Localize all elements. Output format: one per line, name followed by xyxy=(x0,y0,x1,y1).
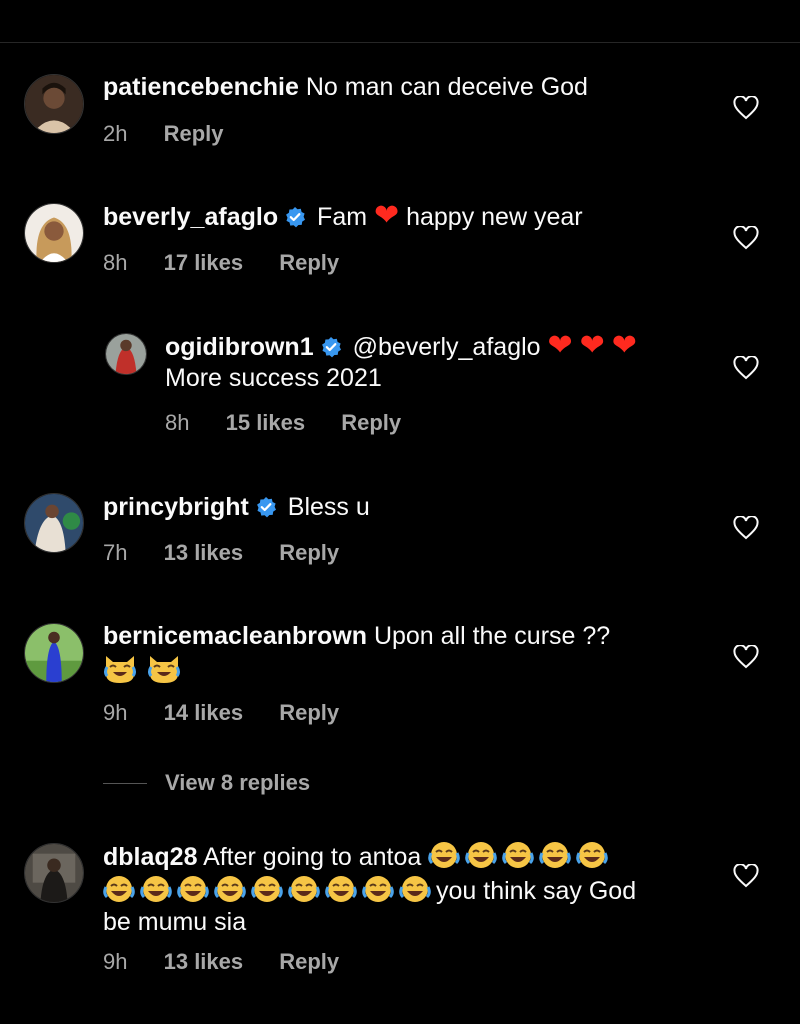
comment-username[interactable]: ogidibrown1 xyxy=(165,333,314,361)
avatar[interactable] xyxy=(24,623,84,683)
divider xyxy=(0,42,800,43)
verified-badge-icon xyxy=(284,206,306,228)
heart-outline-icon xyxy=(733,96,759,120)
comment-time: 9h xyxy=(103,949,128,974)
tears-of-joy-emoji xyxy=(362,873,394,905)
divider xyxy=(103,782,147,784)
comment-text: happy new year xyxy=(406,203,583,231)
comment-username[interactable]: beverly_afaglo xyxy=(103,203,278,231)
comment-time: 2h xyxy=(103,121,128,146)
heart-outline-icon xyxy=(733,226,759,250)
comment-username[interactable]: princybright xyxy=(103,493,249,521)
comment-text: No man can deceive God xyxy=(305,73,588,101)
tears-of-joy-emoji xyxy=(399,873,431,905)
reply-button[interactable]: Reply xyxy=(279,250,339,275)
red-heart-emoji: ❤ xyxy=(547,328,573,363)
verified-badge-icon xyxy=(255,496,277,518)
comment-time: 8h xyxy=(103,250,128,275)
heart-outline-icon xyxy=(733,516,759,540)
likes-count[interactable]: 13 likes xyxy=(164,540,244,565)
avatar[interactable] xyxy=(24,203,84,263)
comment-username[interactable]: dblaq28 xyxy=(103,843,197,871)
mention-link[interactable]: @beverly_afaglo xyxy=(353,333,541,361)
avatar[interactable] xyxy=(24,843,84,903)
like-button[interactable] xyxy=(733,96,759,120)
comment-time: 9h xyxy=(103,700,128,725)
comment-time: 7h xyxy=(103,540,128,565)
comment-username[interactable]: bernicemacleanbrown xyxy=(103,622,367,650)
view-replies-button[interactable]: View 8 replies xyxy=(103,770,310,796)
like-button[interactable] xyxy=(733,226,759,250)
tears-of-joy-emoji xyxy=(428,839,460,871)
avatar[interactable] xyxy=(24,74,84,134)
cat-tears-of-joy-emoji xyxy=(147,652,181,684)
like-button[interactable] xyxy=(733,645,759,669)
tears-of-joy-emoji xyxy=(576,839,608,871)
heart-outline-icon xyxy=(733,864,759,888)
tears-of-joy-emoji xyxy=(103,873,135,905)
likes-count[interactable]: 17 likes xyxy=(164,250,244,275)
reply-button[interactable]: Reply xyxy=(279,540,339,565)
comment-username[interactable]: patiencebenchie xyxy=(103,73,299,101)
reply-button[interactable]: Reply xyxy=(279,949,339,974)
avatar[interactable] xyxy=(105,333,147,375)
tears-of-joy-emoji xyxy=(539,839,571,871)
comment-text: you think say God xyxy=(436,877,637,905)
tears-of-joy-emoji xyxy=(140,873,172,905)
like-button[interactable] xyxy=(733,356,759,380)
tears-of-joy-emoji xyxy=(465,839,497,871)
heart-outline-icon xyxy=(733,356,759,380)
tears-of-joy-emoji xyxy=(214,873,246,905)
comment-text: Fam xyxy=(317,203,368,231)
view-replies-label[interactable]: View 8 replies xyxy=(165,770,310,796)
tears-of-joy-emoji xyxy=(325,873,357,905)
reply-button[interactable]: Reply xyxy=(279,700,339,725)
tears-of-joy-emoji xyxy=(502,839,534,871)
like-button[interactable] xyxy=(733,864,759,888)
reply-button[interactable]: Reply xyxy=(164,121,224,146)
verified-badge-icon xyxy=(320,336,342,358)
comments-screen: patiencebenchie No man can deceive God 2… xyxy=(0,0,800,1024)
tears-of-joy-emoji xyxy=(288,873,320,905)
comment-text: Bless u xyxy=(287,493,370,521)
avatar[interactable] xyxy=(24,493,84,553)
like-button[interactable] xyxy=(733,516,759,540)
red-heart-emoji: ❤ xyxy=(579,328,605,363)
cat-tears-of-joy-emoji xyxy=(103,652,137,684)
comment-time: 8h xyxy=(165,410,190,435)
comment-text: After going to antoa xyxy=(203,843,422,871)
likes-count[interactable]: 14 likes xyxy=(164,700,244,725)
tears-of-joy-emoji xyxy=(177,873,209,905)
red-heart-emoji: ❤ xyxy=(374,198,400,233)
comment-text: be mumu sia xyxy=(103,908,247,936)
heart-outline-icon xyxy=(733,645,759,669)
likes-count[interactable]: 15 likes xyxy=(226,410,306,435)
comment-text: More success 2021 xyxy=(165,364,382,392)
likes-count[interactable]: 13 likes xyxy=(164,949,244,974)
reply-button[interactable]: Reply xyxy=(341,410,401,435)
red-heart-emoji: ❤ xyxy=(611,328,637,363)
comment-text: Upon all the curse ?? xyxy=(373,622,611,650)
tears-of-joy-emoji xyxy=(251,873,283,905)
